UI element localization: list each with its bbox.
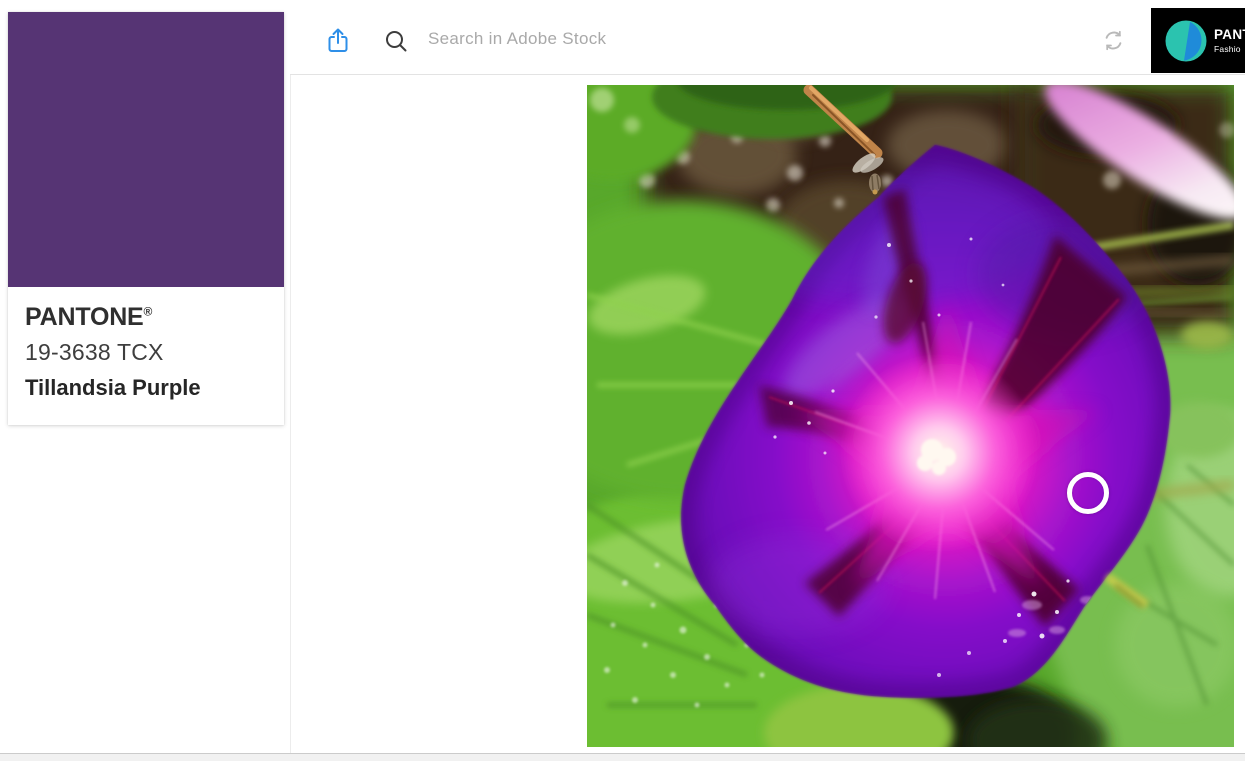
registered-mark: ® xyxy=(144,305,153,319)
search-icon[interactable] xyxy=(384,29,408,53)
app-window: PANTONE® 19-3638 TCX Tillandsia Purple xyxy=(0,0,1245,761)
pantone-swatch xyxy=(8,12,284,287)
logo-line1: PANT xyxy=(1214,27,1245,42)
pantone-color-card[interactable]: PANTONE® 19-3638 TCX Tillandsia Purple xyxy=(8,12,284,425)
pantone-code: 19-3638 TCX xyxy=(25,339,284,366)
horizontal-scrollbar[interactable] xyxy=(0,753,1245,761)
pantone-color-name: Tillandsia Purple xyxy=(25,375,284,401)
pantone-connect-logo[interactable]: PANT Fashio xyxy=(1151,8,1245,73)
stock-photo[interactable] xyxy=(587,85,1234,747)
color-picker-ring[interactable] xyxy=(1067,472,1109,514)
logo-line2: Fashio xyxy=(1214,44,1245,54)
refresh-icon xyxy=(1102,29,1125,52)
pantone-card-text: PANTONE® 19-3638 TCX Tillandsia Purple xyxy=(8,287,284,401)
refresh-button[interactable] xyxy=(1102,29,1125,52)
share-icon xyxy=(326,26,350,54)
topbar: PANT Fashio xyxy=(290,0,1245,75)
sidebar: PANTONE® 19-3638 TCX Tillandsia Purple xyxy=(0,0,291,753)
share-button[interactable] xyxy=(326,26,350,54)
pantone-brand: PANTONE® xyxy=(25,303,284,332)
logo-text: PANT Fashio xyxy=(1214,27,1245,54)
search-input[interactable] xyxy=(426,20,990,58)
pantone-logo-mark-icon xyxy=(1165,20,1207,62)
